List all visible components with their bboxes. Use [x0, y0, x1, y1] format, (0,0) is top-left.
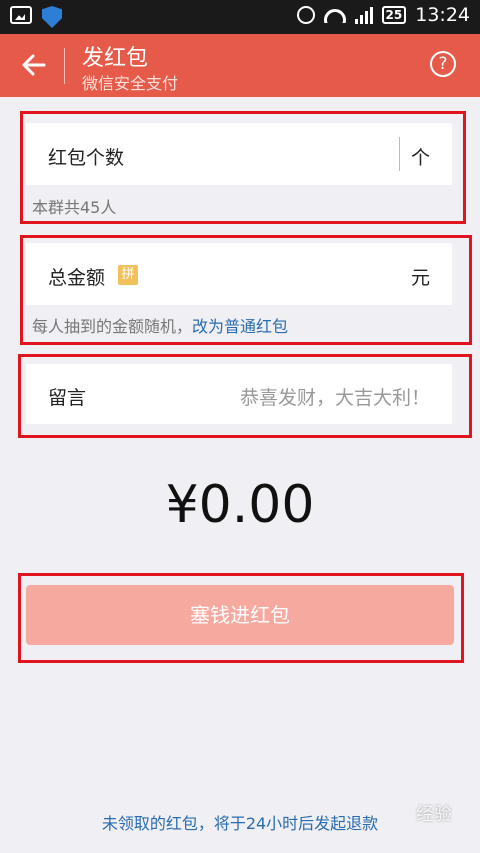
status-bar: 25 13:24: [0, 0, 480, 34]
refund-note: 未领取的红包，将于24小时后发起退款: [101, 814, 379, 833]
title-divider: [64, 48, 65, 84]
page-title: 发红包: [82, 46, 149, 71]
battery-icon: 25: [381, 6, 407, 24]
status-right-icons: 25 13:24: [296, 4, 470, 26]
shield-icon: [42, 6, 62, 28]
alarm-icon: [296, 6, 315, 24]
status-left-icons: [10, 6, 62, 28]
highlight-box-submit: [18, 573, 464, 663]
highlight-box-message: [18, 354, 472, 438]
gallery-icon: [10, 6, 32, 24]
page-subtitle: 微信安全支付: [82, 74, 179, 93]
title-bar: 发红包 微信安全支付 ?: [0, 34, 480, 97]
highlight-box-amount: [20, 235, 472, 345]
status-time: 13:24: [415, 4, 470, 26]
wifi-icon: [323, 7, 346, 23]
watermark: 经验: [416, 804, 452, 825]
help-icon[interactable]: ?: [430, 51, 456, 77]
signal-icon: [354, 6, 373, 24]
back-arrow-icon[interactable]: [20, 52, 46, 78]
highlight-box-count: [20, 111, 466, 224]
total-amount: ¥0.00: [165, 475, 315, 535]
